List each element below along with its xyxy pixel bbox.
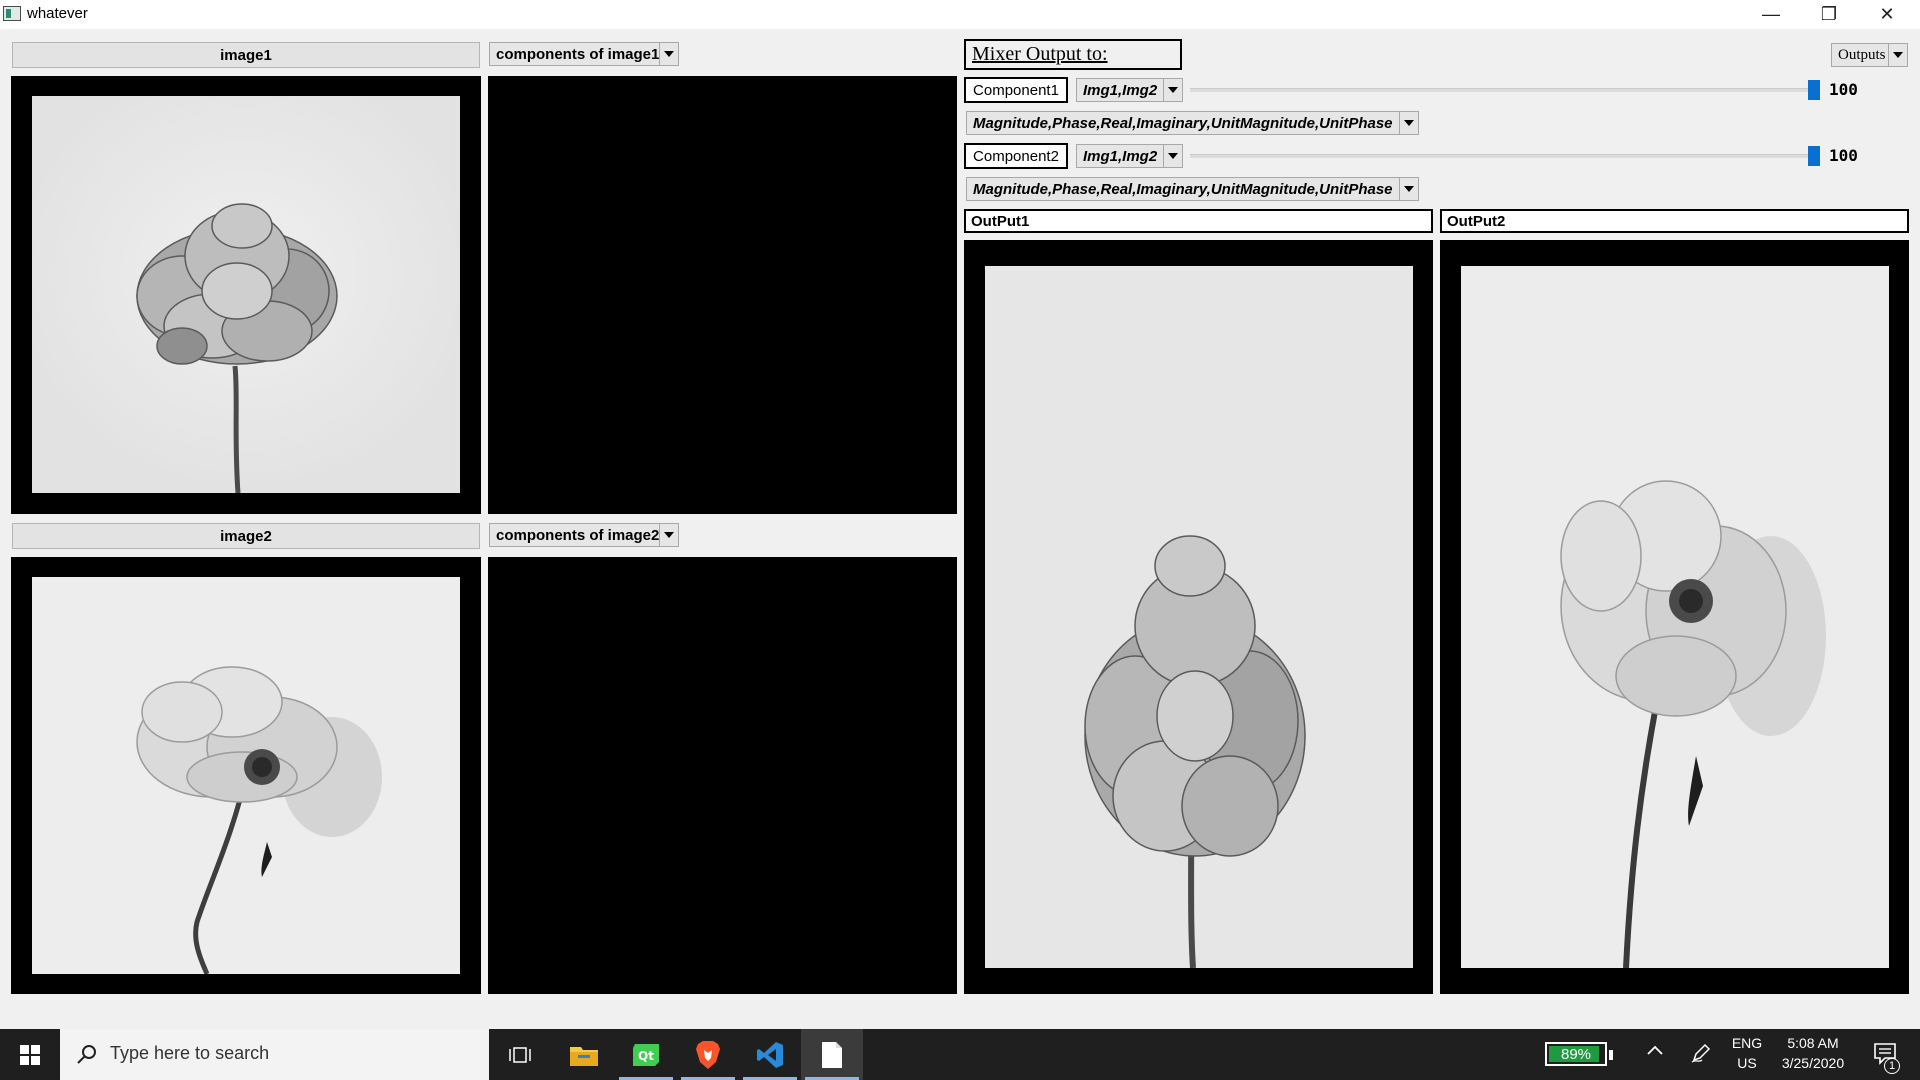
component1-slider-value: 100 xyxy=(1829,80,1858,99)
notification-count-badge: 1 xyxy=(1884,1058,1900,1074)
component1-source-label: Img1,Img2 xyxy=(1083,81,1158,99)
chevron-down-icon xyxy=(1399,178,1418,200)
chevron-down-icon xyxy=(659,43,678,65)
components-of-image1-dropdown[interactable]: components of image1 xyxy=(489,42,679,66)
component2-source-dropdown[interactable]: Img1,Img2 xyxy=(1076,144,1183,168)
clock-date: 3/25/2020 xyxy=(1781,1055,1845,1071)
task-view-icon[interactable] xyxy=(489,1029,551,1080)
svg-text:Qt: Qt xyxy=(638,1049,654,1063)
clock-time: 5:08 AM xyxy=(1787,1035,1839,1051)
image2-label[interactable]: image2 xyxy=(12,523,480,549)
component1-source-dropdown[interactable]: Img1,Img2 xyxy=(1076,78,1183,102)
output2-viewer[interactable] xyxy=(1440,240,1909,994)
language-indicator[interactable]: ENG US xyxy=(1727,1035,1767,1071)
component2-slider-handle[interactable] xyxy=(1808,146,1820,166)
component1-slider-handle[interactable] xyxy=(1808,80,1820,100)
component1-mode-label: Magnitude,Phase,Real,Imaginary,UnitMagni… xyxy=(973,114,1393,132)
windows-start-icon[interactable] xyxy=(0,1029,60,1080)
brave-browser-icon[interactable] xyxy=(677,1029,739,1080)
image1-label[interactable]: image1 xyxy=(12,42,480,68)
outputs-dropdown[interactable]: Outputs xyxy=(1831,43,1908,67)
output2-label: OutPut2 xyxy=(1440,209,1909,233)
output1-viewer[interactable] xyxy=(964,240,1433,994)
component2-mode-dropdown[interactable]: Magnitude,Phase,Real,Imaginary,UnitMagni… xyxy=(966,177,1419,201)
mixer-output-label: Mixer Output to: xyxy=(964,39,1182,70)
chevron-up-icon[interactable] xyxy=(1640,1042,1670,1065)
open-peony-flower-image xyxy=(32,577,460,974)
chevron-down-icon xyxy=(1399,112,1418,134)
qt-creator-icon[interactable]: Qt xyxy=(615,1029,677,1080)
vscode-icon[interactable] xyxy=(739,1029,801,1080)
restore-button[interactable]: ❐ xyxy=(1800,0,1858,29)
chevron-down-icon xyxy=(659,524,678,546)
component1-slider-track[interactable] xyxy=(1190,88,1810,92)
chevron-down-icon xyxy=(1163,145,1182,167)
mixer-output-text: Mixer Output to: xyxy=(972,43,1108,65)
component2-source-label: Img1,Img2 xyxy=(1083,147,1158,165)
search-placeholder: Type here to search xyxy=(110,1043,270,1063)
title-bar xyxy=(0,0,1920,29)
component2-mode-label: Magnitude,Phase,Real,Imaginary,UnitMagni… xyxy=(973,180,1393,198)
chevron-down-icon xyxy=(1163,79,1182,101)
language-code: ENG xyxy=(1731,1035,1763,1051)
image1-viewer[interactable] xyxy=(11,76,481,514)
image1-photo xyxy=(32,96,460,493)
search-icon xyxy=(77,1045,96,1064)
chevron-down-icon xyxy=(1888,44,1907,66)
close-button[interactable]: ✕ xyxy=(1858,0,1916,29)
peony-flower-image xyxy=(32,96,460,493)
window-title: whatever xyxy=(27,5,88,22)
components-of-image1-label: components of image1 xyxy=(496,45,660,63)
app-icon xyxy=(3,6,21,21)
minimize-button[interactable]: — xyxy=(1742,0,1800,29)
output1-photo xyxy=(985,266,1413,968)
region-code: US xyxy=(1737,1055,1757,1071)
components-of-image2-label: components of image2 xyxy=(496,526,660,544)
clock[interactable]: 5:08 AM 3/25/2020 xyxy=(1768,1035,1858,1071)
component1-mode-dropdown[interactable]: Magnitude,Phase,Real,Imaginary,UnitMagni… xyxy=(966,111,1419,135)
outputs-dropdown-label: Outputs xyxy=(1838,46,1886,63)
pen-workspace-icon[interactable] xyxy=(1686,1042,1716,1067)
document-icon[interactable] xyxy=(801,1029,863,1080)
component2-slider-track[interactable] xyxy=(1190,154,1810,158)
mixed-peony-output1-image xyxy=(985,266,1413,968)
mixed-peony-output2-image xyxy=(1461,266,1889,968)
battery-indicator[interactable]: 89% xyxy=(1545,1042,1607,1066)
file-explorer-icon[interactable] xyxy=(553,1029,615,1080)
components-of-image2-viewer[interactable] xyxy=(488,557,957,994)
component2-button[interactable]: Component2 xyxy=(964,143,1068,169)
component1-button[interactable]: Component1 xyxy=(964,77,1068,103)
battery-percent: 89% xyxy=(1560,1045,1592,1063)
component2-slider-value: 100 xyxy=(1829,146,1858,165)
components-of-image2-dropdown[interactable]: components of image2 xyxy=(489,523,679,547)
battery-tip xyxy=(1609,1050,1613,1060)
image2-viewer[interactable] xyxy=(11,557,481,994)
output1-label: OutPut1 xyxy=(964,209,1433,233)
image2-photo xyxy=(32,577,460,974)
taskbar-search-box[interactable]: Type here to search xyxy=(60,1029,489,1080)
components-of-image1-viewer[interactable] xyxy=(488,76,957,514)
output2-photo xyxy=(1461,266,1889,968)
